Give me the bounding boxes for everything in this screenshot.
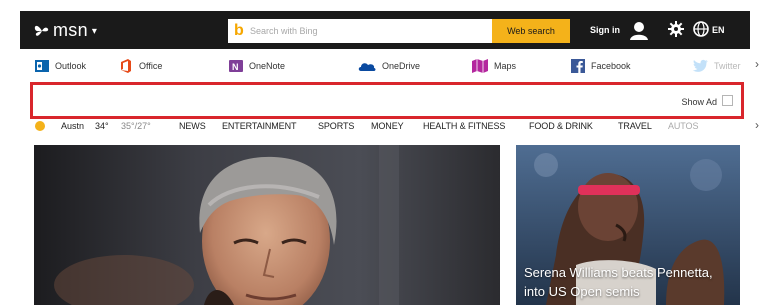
app-facebook[interactable]: Facebook [571, 58, 631, 74]
nav-item-autos[interactable]: AUTOS [668, 121, 698, 131]
nav-item-food-drink[interactable]: FOOD & DRINK [529, 121, 593, 131]
weather-city[interactable]: Austn [61, 121, 84, 131]
app-office[interactable]: Office [119, 58, 162, 74]
nav-item-sports[interactable]: SPORTS [318, 121, 354, 131]
weather-range: 35°/27° [121, 121, 151, 131]
language-selector[interactable]: EN [712, 25, 725, 35]
maps-icon [472, 59, 488, 73]
nav-item-news[interactable]: NEWS [179, 121, 206, 131]
weather-temp: 34° [95, 121, 109, 131]
globe-icon[interactable] [693, 21, 709, 37]
app-label: Outlook [55, 61, 87, 71]
sign-in-link[interactable]: Sign in [590, 25, 620, 35]
onenote-icon: N [229, 60, 243, 72]
web-search-button[interactable]: Web search [492, 19, 570, 43]
search-box: b Web search [228, 19, 570, 43]
top-bar: msn ▾ b Web search Sign in [20, 11, 750, 49]
category-nav: Austn 34° 35°/27° NEWS ENTERTAINMENT SPO… [34, 118, 769, 134]
svg-text:N: N [232, 62, 239, 72]
app-onenote[interactable]: N OneNote [229, 58, 285, 74]
ad-banner: Show Ad [30, 82, 744, 119]
onedrive-icon [358, 63, 376, 71]
show-ad-label[interactable]: Show Ad [681, 97, 717, 107]
butterfly-icon [34, 25, 49, 36]
search-input[interactable] [250, 19, 490, 43]
show-ad-checkbox[interactable] [722, 95, 733, 106]
app-label: OneNote [249, 61, 286, 71]
msn-logo[interactable]: msn ▾ [34, 18, 97, 42]
nav-item-money[interactable]: MONEY [371, 121, 404, 131]
chevron-right-icon[interactable]: › [755, 57, 759, 71]
outlook-icon [35, 60, 49, 72]
side-story-caption[interactable]: Serena Williams beats Pennetta, into US … [524, 263, 736, 301]
nav-item-travel[interactable]: TRAVEL [618, 121, 652, 131]
nav-item-health-fitness[interactable]: HEALTH & FITNESS [423, 121, 505, 131]
twitter-icon [692, 59, 708, 72]
app-label: Office [139, 61, 163, 71]
app-maps[interactable]: Maps [472, 58, 516, 74]
app-onedrive[interactable]: OneDrive [358, 58, 420, 74]
nav-item-entertainment[interactable]: ENTERTAINMENT [222, 121, 296, 131]
facebook-icon [571, 59, 585, 73]
chevron-right-icon[interactable]: › [755, 118, 759, 132]
sun-icon [35, 121, 45, 131]
app-twitter[interactable]: Twitter [692, 58, 741, 74]
app-label: Twitter [714, 61, 741, 71]
office-icon [121, 59, 131, 73]
app-outlook[interactable]: Outlook [35, 58, 86, 74]
user-icon[interactable] [628, 19, 650, 41]
msn-homepage: msn ▾ b Web search Sign in [0, 0, 769, 305]
chevron-down-icon: ▾ [91, 25, 98, 37]
app-label: OneDrive [382, 61, 421, 71]
hero-photo [34, 145, 500, 305]
bing-icon: b [234, 22, 244, 39]
gear-icon[interactable] [668, 21, 684, 37]
apps-bar: Outlook Office N OneNote OneDrive Maps F… [20, 51, 769, 79]
hero-story-image[interactable] [34, 145, 500, 305]
app-label: Facebook [591, 61, 631, 71]
app-label: Maps [494, 61, 517, 71]
logo-text: msn [53, 19, 88, 40]
side-story-tile[interactable]: Serena Williams beats Pennetta, into US … [516, 145, 740, 305]
